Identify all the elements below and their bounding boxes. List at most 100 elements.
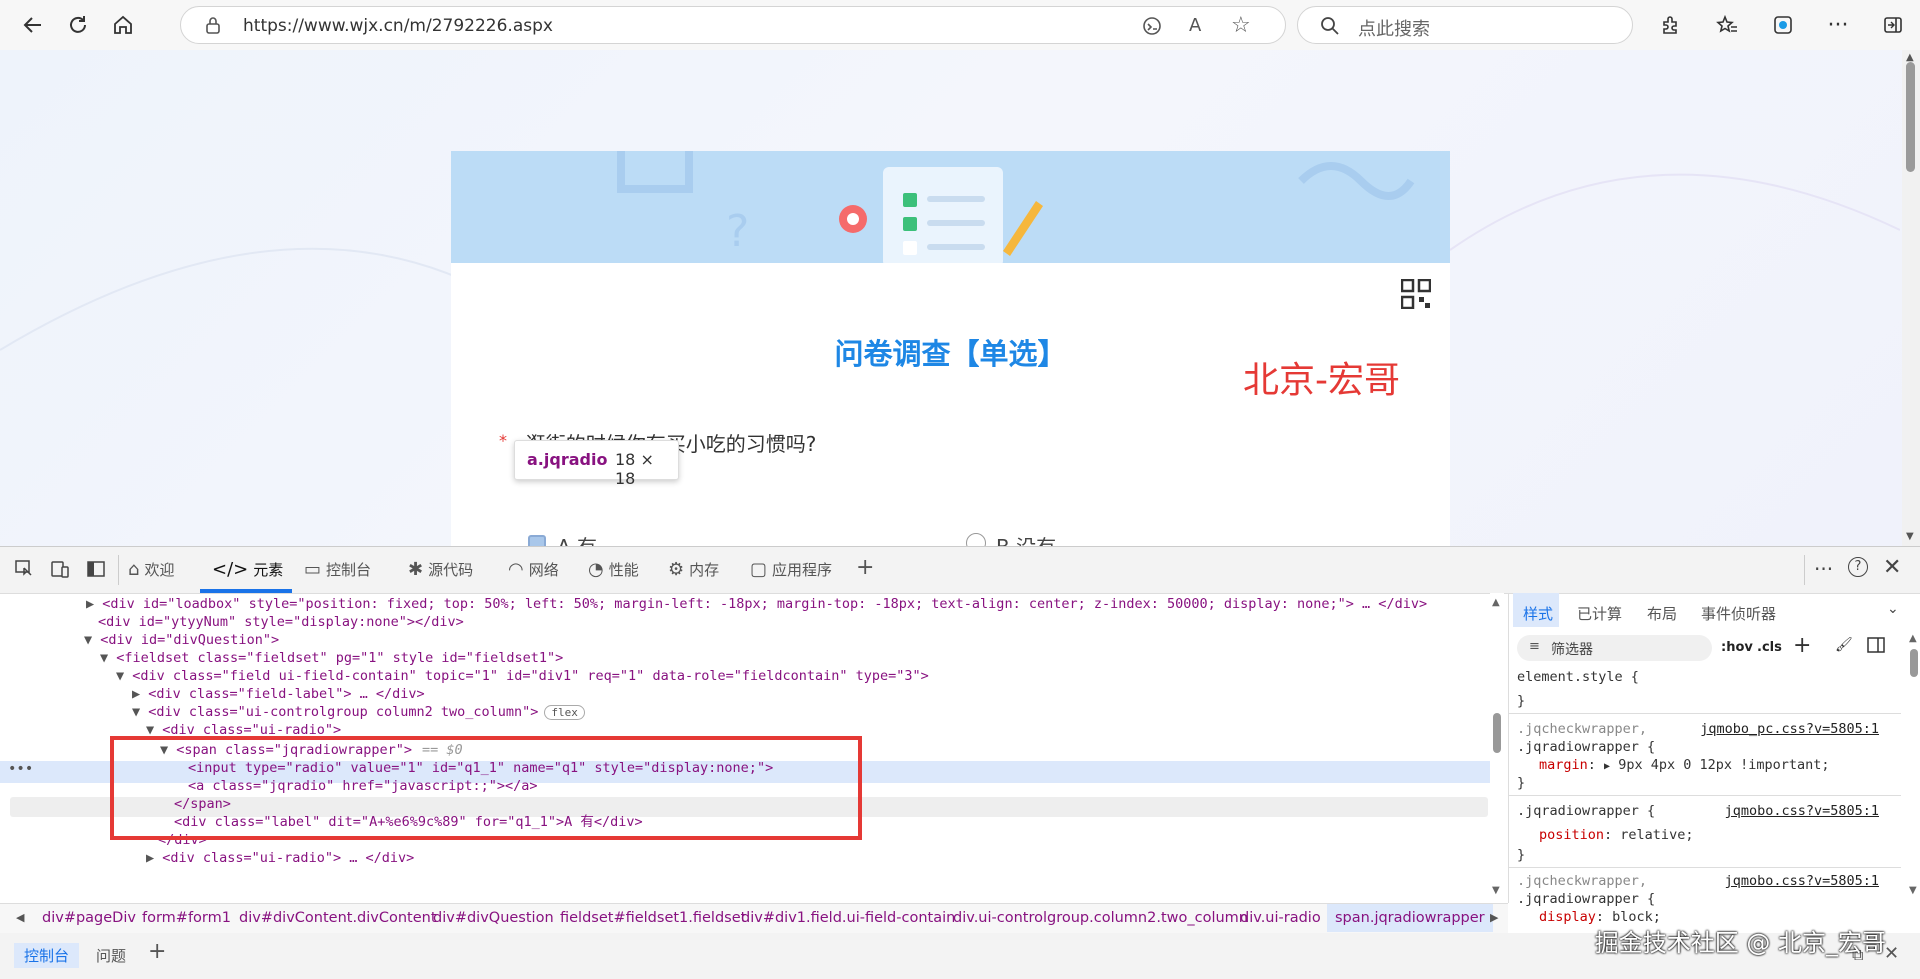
drawer-tab-console[interactable]: 控制台 <box>14 943 80 968</box>
flex-badge[interactable]: flex <box>544 705 585 720</box>
translate-icon[interactable] <box>1141 15 1163 41</box>
survey-banner: ? <box>451 151 1450 263</box>
tab-computed[interactable]: 已计算 <box>1577 603 1622 624</box>
read-aloud-icon[interactable]: A <box>1189 15 1201 36</box>
rule1-source-link[interactable]: jqmobo_pc.css?v=5805:1 <box>1700 721 1879 737</box>
dom-node-text: <div id="divQuestion"> <box>100 632 280 648</box>
option-b-label[interactable]: B 没有 <box>996 531 1056 546</box>
drawer-add-tab-icon[interactable]: + <box>148 939 166 964</box>
dom-node[interactable]: ▶ <div class="ui-radio"> … </div> <box>146 847 414 869</box>
tab-application[interactable]: ▢ 应用程序 <box>750 559 832 580</box>
drawer-close-icon[interactable]: ✕ <box>1884 943 1899 964</box>
option-a-label[interactable]: A 有 <box>557 531 597 546</box>
tab-layout[interactable]: 布局 <box>1647 603 1677 624</box>
rule3-source-link[interactable]: jqmobo.css?v=5805:1 <box>1725 873 1879 889</box>
cls-toggle[interactable]: .cls <box>1757 640 1782 655</box>
scroll-down-icon[interactable]: ▼ <box>1906 531 1914 542</box>
rule2-prop: position <box>1539 827 1605 843</box>
breadcrumb-item-active[interactable]: span.jqradiowrapper <box>1327 904 1493 932</box>
hov-toggle[interactable]: :hov <box>1721 640 1753 655</box>
dom-scroll-up-icon[interactable]: ▲ <box>1492 597 1500 608</box>
rule2-source-link[interactable]: jqmobo.css?v=5805:1 <box>1725 803 1879 819</box>
chevron-down-icon[interactable]: ⌄ <box>1887 601 1899 617</box>
toggle-sidebar-icon[interactable] <box>1867 637 1885 657</box>
site-watermark: 掘金技术社区 @ 北京_宏哥 <box>1594 929 1886 957</box>
drawer-tab-issues[interactable]: 问题 <box>96 945 126 966</box>
dom-scrollbar[interactable]: ▲ ▼ <box>1490 593 1504 903</box>
tooltip-selector: a.jqradio <box>527 450 608 469</box>
row-actions-icon[interactable]: ••• <box>8 761 33 777</box>
survey-card: ? 问卷调查【单选】 北京-宏哥 * a.jqradio 18 × 18 <box>451 151 1450 546</box>
breadcrumb-item[interactable]: fieldset#fieldset1.fieldset <box>560 910 746 926</box>
dom-node-text: <fieldset class="fieldset" pg="1" style … <box>116 650 564 666</box>
devtools-more-icon[interactable]: ··· <box>1814 557 1833 581</box>
paint-icon[interactable]: 🖌 <box>1835 637 1853 653</box>
home-icon[interactable] <box>108 10 138 40</box>
refresh-icon[interactable] <box>63 10 93 40</box>
rule1-declaration[interactable]: margin: ▶ 9px 4px 0 12px !important; <box>1539 757 1830 773</box>
breadcrumb-item[interactable]: div.ui-controlgroup.column2.two_column <box>953 910 1248 926</box>
rule3-prop: display <box>1539 909 1596 925</box>
add-rule-icon[interactable]: + <box>1793 633 1811 658</box>
expand-triangle-icon[interactable]: ▶ <box>1604 761 1610 772</box>
back-icon[interactable] <box>18 10 48 40</box>
option-b-radio[interactable] <box>966 533 986 546</box>
dom-tree[interactable]: ••• ▶ <div id="loadbox" style="position:… <box>0 593 1508 903</box>
styles-panel: 样式 已计算 布局 事件侦听器 ⌄ ≡ 筛选器 :hov .cls + 🖌 el… <box>1508 593 1920 925</box>
tab-styles[interactable]: 样式 <box>1523 603 1553 624</box>
dom-scroll-thumb[interactable] <box>1493 713 1501 753</box>
styles-scroll-down-icon[interactable]: ▼ <box>1909 885 1917 896</box>
address-bar[interactable]: https://www.wjx.cn/m/2792226.aspx A ☆ <box>180 6 1286 44</box>
breadcrumb-item[interactable]: div#divContent.divContent <box>239 910 437 926</box>
breadcrumb-item[interactable]: div#divQuestion <box>433 910 554 926</box>
tab-welcome[interactable]: ⌂ 欢迎 <box>128 559 174 580</box>
add-tab-icon[interactable]: + <box>856 555 874 580</box>
favorites-icon[interactable] <box>1712 10 1742 40</box>
styles-scroll-thumb[interactable] <box>1910 649 1918 677</box>
breadcrumb-right-icon[interactable]: ▶ <box>1490 911 1498 924</box>
tab-welcome-label: 欢迎 <box>144 561 175 579</box>
tab-network[interactable]: ◠ 网络 <box>508 559 559 580</box>
element-style-selector[interactable]: element.style { <box>1517 669 1639 685</box>
tab-event-listeners[interactable]: 事件侦听器 <box>1701 603 1776 624</box>
lock-icon[interactable] <box>205 16 221 38</box>
tab-memory[interactable]: ⚙ 内存 <box>668 559 719 580</box>
search-box[interactable]: 点此搜索 <box>1297 6 1633 44</box>
collections-icon[interactable] <box>1768 10 1798 40</box>
help-icon[interactable]: ? <box>1848 557 1868 577</box>
styles-scroll-up-icon[interactable]: ▲ <box>1909 633 1917 644</box>
breadcrumb-left-icon[interactable]: ◀ <box>16 911 24 924</box>
dom-node-text: <div class="field-label"> … </div> <box>148 686 425 702</box>
inspect-element-icon[interactable] <box>14 559 34 583</box>
dock-side-icon[interactable] <box>86 559 106 583</box>
tab-sources[interactable]: ✱ 源代码 <box>408 559 473 580</box>
page-scrollbar[interactable]: ▲ ▼ <box>1902 50 1920 546</box>
search-placeholder: 点此搜索 <box>1358 19 1430 40</box>
tooltip-size: 18 × 18 <box>615 450 654 488</box>
favorite-star-icon[interactable]: ☆ <box>1231 13 1251 38</box>
breadcrumb: ◀ div#pageDiv form#form1 div#divContent.… <box>0 903 1508 935</box>
rule2-close: } <box>1517 847 1526 863</box>
tab-performance[interactable]: ◔ 性能 <box>588 559 639 580</box>
required-star: * <box>499 431 507 450</box>
breadcrumb-item[interactable]: div#pageDiv <box>42 910 136 926</box>
extensions-icon[interactable] <box>1655 10 1685 40</box>
more-menu-icon[interactable]: ··· <box>1823 10 1853 40</box>
breadcrumb-item[interactable]: div#div1.field.ui-field-contain <box>741 910 955 926</box>
rule2-selector: .jqradiowrapper { <box>1517 803 1656 819</box>
dom-node-text: <div class="ui-radio"> … </div> <box>162 850 415 866</box>
tab-elements[interactable]: </> 元素 <box>212 559 283 580</box>
tab-console[interactable]: ▭ 控制台 <box>304 559 371 580</box>
device-emulation-icon[interactable] <box>50 559 70 583</box>
option-a-radio[interactable] <box>528 535 546 546</box>
breadcrumb-item[interactable]: div.ui-radio <box>1240 910 1321 926</box>
page-scroll-thumb[interactable] <box>1906 62 1915 172</box>
styles-filter-input[interactable]: ≡ 筛选器 <box>1517 635 1712 661</box>
breadcrumb-item[interactable]: form#form1 <box>142 910 231 926</box>
styles-scrollbar[interactable]: ▲ ▼ <box>1907 629 1920 903</box>
rule2-declaration[interactable]: position: relative; <box>1539 827 1693 843</box>
qr-code-icon[interactable] <box>1400 278 1432 313</box>
close-devtools-icon[interactable]: ✕ <box>1883 555 1901 580</box>
dom-scroll-down-icon[interactable]: ▼ <box>1492 885 1500 896</box>
sidebar-toggle-icon[interactable] <box>1878 10 1908 40</box>
